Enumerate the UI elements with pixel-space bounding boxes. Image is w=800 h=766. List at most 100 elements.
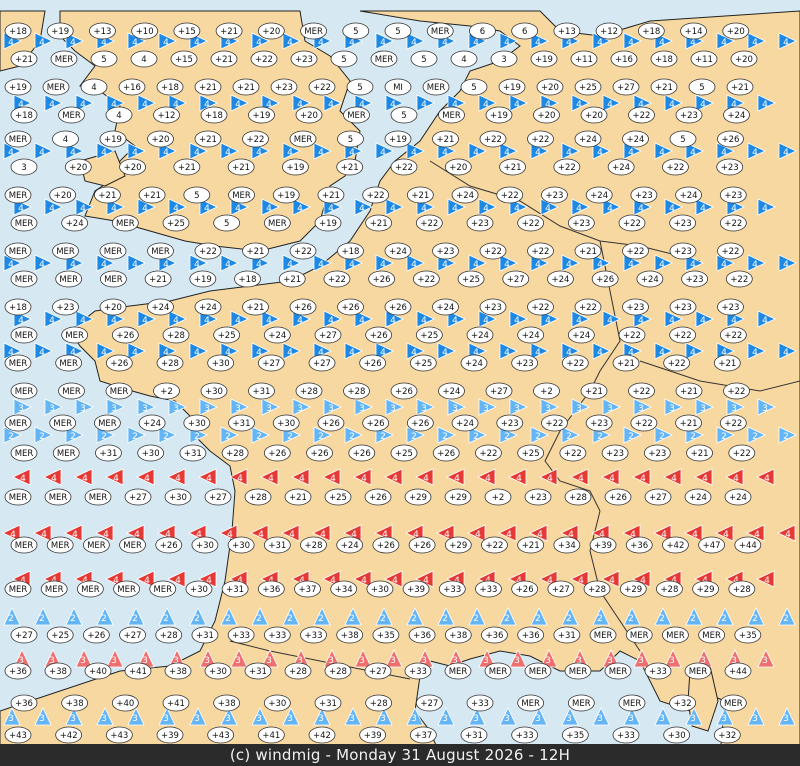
wind-level-label: 4 — [235, 316, 241, 326]
label-text: +21 — [232, 163, 250, 173]
temperature-label: +27 — [119, 626, 146, 644]
temperature-label: +30 — [227, 536, 255, 554]
temperature-label: +22 — [630, 414, 658, 432]
label-text: +24 — [551, 275, 569, 285]
label-text: +21 — [199, 83, 217, 93]
wind-level-label: 3 — [318, 714, 324, 724]
temperature-label: +28 — [221, 444, 249, 462]
temperature-label: +25 — [574, 78, 602, 96]
temperature-label: +22 — [415, 214, 443, 232]
temperature-label: +28 — [300, 536, 327, 554]
temperature-label: +30 — [207, 354, 235, 372]
temperature-label: +30 — [663, 726, 691, 744]
wind-level-label: 4 — [504, 148, 510, 158]
label-text: +25 — [462, 275, 480, 285]
wind-level-label: 4 — [299, 474, 305, 484]
label-text: +22 — [724, 331, 742, 341]
temperature-label: +28 — [564, 488, 592, 506]
label-text: +21 — [199, 135, 217, 145]
label-text: +22 — [722, 247, 740, 257]
wind-level-label: 4 — [640, 474, 646, 484]
label-text: +26 — [367, 419, 385, 429]
label-text: +21 — [149, 275, 167, 285]
temperature-label: +19 — [189, 270, 217, 288]
wind-level-label: 4 — [142, 316, 148, 326]
wind-level-label: 4 — [318, 38, 324, 48]
label-text: +26 — [322, 419, 340, 429]
sea-marker-label: MER — [149, 580, 177, 598]
wind-level-label: 4 — [266, 204, 272, 214]
temperature-label: +23 — [669, 214, 697, 232]
temperature-label: +31 — [244, 662, 272, 680]
label-text: +36 — [522, 631, 540, 641]
label-text: +24 — [590, 191, 608, 201]
wind-level-label: 4 — [225, 38, 231, 48]
wind-level-label: 2 — [628, 432, 634, 442]
label-text: +42 — [313, 731, 331, 741]
temperature-label: +26 — [263, 444, 291, 462]
label-text: MER — [294, 135, 313, 145]
label-text: +27 — [369, 667, 387, 677]
temperature-label: +26 — [348, 444, 376, 462]
label-text: +12 — [600, 27, 618, 37]
temperature-label: +31 — [553, 626, 581, 644]
label-text: MER — [442, 111, 461, 121]
sea-marker-label: MER — [444, 662, 472, 680]
temperature-label: +21 — [574, 242, 602, 260]
label-text: +19 — [277, 191, 295, 201]
temperature-label: +22 — [390, 158, 418, 176]
label-text: +23 — [275, 83, 293, 93]
wind-level-label: 4 — [39, 148, 45, 158]
wind-level-label: 4 — [235, 204, 241, 214]
wind-level-label: 4 — [547, 474, 553, 484]
wind-level-label: 3 — [297, 404, 303, 414]
label-text: +36 — [630, 541, 648, 551]
wind-level-label: 4 — [70, 260, 76, 270]
temperature-label: +27 — [314, 326, 342, 344]
temperature-label: +29 — [404, 488, 432, 506]
temperature-label: +27 — [124, 488, 152, 506]
label-text: +22 — [532, 247, 550, 257]
label-text: +25 — [51, 631, 69, 641]
wind-level-label: 4 — [566, 38, 572, 48]
label-text: 4 — [91, 83, 96, 93]
temperature-label: +31 — [314, 694, 342, 712]
label-text: +33 — [617, 731, 635, 741]
label-text: +20 — [69, 163, 87, 173]
label-text: +41 — [262, 731, 280, 741]
label-text: +27 — [129, 493, 147, 503]
label-text: +26 — [294, 303, 312, 313]
label-text: +24 — [143, 419, 161, 429]
wind-level-label: 3 — [483, 404, 489, 414]
label-text: +31 — [196, 631, 214, 641]
label-text: MER — [9, 585, 28, 595]
label-text: +26 — [110, 359, 128, 369]
label-text: +19 — [194, 275, 212, 285]
label-text: +20 — [538, 111, 556, 121]
label-text: MER — [9, 493, 28, 503]
label-text: +28 — [249, 493, 267, 503]
temperature-label: +26 — [384, 298, 412, 316]
label-text: +18 — [342, 247, 360, 257]
temperature-label: +23 — [567, 214, 595, 232]
label-text: +30 — [232, 541, 250, 551]
wind-level-label: 3 — [287, 714, 293, 724]
label-text: MER — [123, 541, 142, 551]
temperature-label: +39 — [402, 580, 430, 598]
temperature-label: +21 — [232, 78, 260, 96]
label-text: +22 — [545, 419, 563, 429]
label-text: +35 — [566, 731, 584, 741]
wind-level-label: 4 — [173, 316, 179, 326]
temperature-label: +33 — [404, 662, 432, 680]
wind-level-label: 4 — [669, 100, 675, 110]
temperature-label: +28 — [343, 382, 370, 400]
sea-marker-label: MER — [370, 50, 398, 68]
label-text: MER — [56, 247, 75, 257]
temperature-label: +22 — [723, 382, 750, 400]
wind-level-label: 2 — [39, 614, 45, 624]
temperature-label: 4 — [105, 106, 133, 124]
wind-level-label: 4 — [578, 576, 584, 586]
temperature-label: +23 — [466, 214, 494, 232]
temperature-label: +26 — [337, 298, 364, 316]
label-text: +39 — [407, 585, 425, 595]
